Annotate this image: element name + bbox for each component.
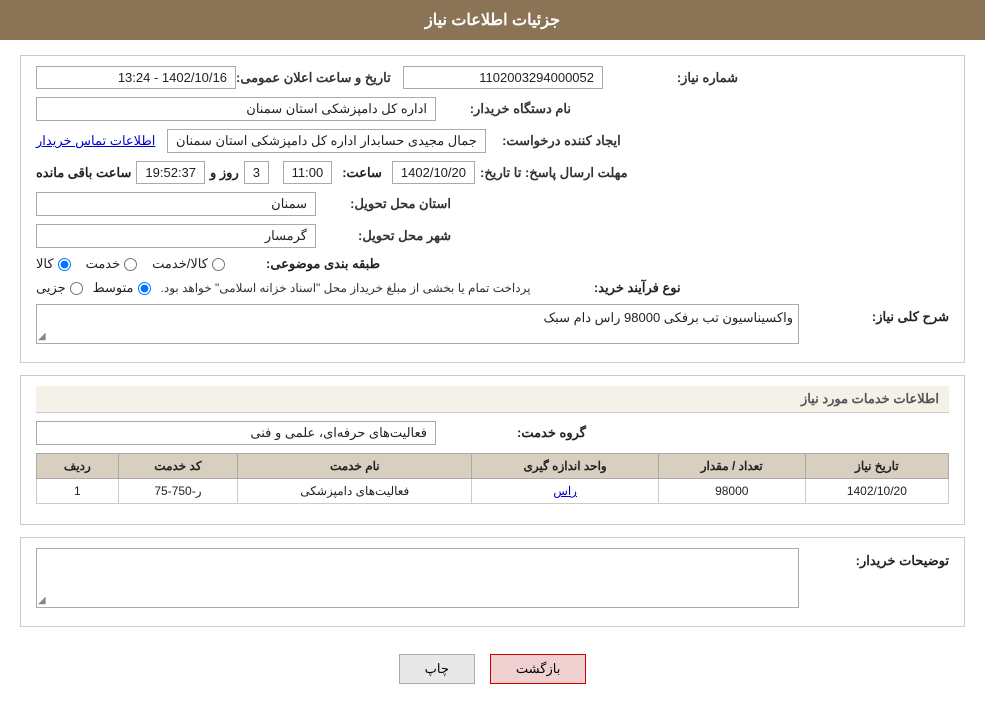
deadline-date: 1402/10/20	[392, 161, 475, 184]
category-option-khedmat[interactable]: خدمت	[86, 256, 138, 272]
table-row: 1402/10/20 98000 راس فعالیت‌های دامپزشکی…	[37, 479, 949, 504]
remaining-days: 3	[244, 161, 269, 184]
services-section: اطلاعات خدمات مورد نیاز گروه خدمت: فعالی…	[20, 375, 965, 525]
cell-unit[interactable]: راس	[472, 479, 658, 504]
process-row: نوع فرآیند خرید: پرداخت تمام یا بخشی از …	[36, 280, 949, 296]
col-service-code: کد خدمت	[118, 454, 238, 479]
remaining-suffix: ساعت باقی مانده	[36, 165, 131, 181]
buyer-org-value: اداره کل دامپزشکی استان سمنان	[36, 97, 436, 121]
process-label: نوع فرآیند خرید:	[541, 280, 681, 296]
page-wrapper: جزئیات اطلاعات نیاز شماره نیاز: 11020032…	[0, 0, 985, 714]
cell-quantity: 98000	[658, 479, 805, 504]
narration-value: واکسیناسیون تب برفکی 98000 راس دام سبک	[36, 304, 799, 344]
category-radio-khedmat[interactable]	[124, 258, 137, 271]
process-label-medium: متوسط	[93, 280, 134, 296]
province-row: استان محل تحویل: سمنان	[36, 192, 949, 216]
page-header: جزئیات اطلاعات نیاز	[0, 0, 985, 40]
col-date: تاریخ نیاز	[805, 454, 948, 479]
deadline-label: مهلت ارسال پاسخ: تا تاریخ:	[480, 165, 633, 181]
need-number-row: شماره نیاز: 1102003294000052 تاریخ و ساع…	[36, 66, 949, 89]
process-radio-medium[interactable]	[138, 282, 151, 295]
buyer-description-section: توضیحات خریدار: ◢	[20, 537, 965, 627]
print-button[interactable]: چاپ	[399, 654, 475, 684]
form-section: شماره نیاز: 1102003294000052 تاریخ و ساع…	[20, 55, 965, 363]
deadline-time: 11:00	[283, 161, 333, 184]
category-label: طبقه بندی موضوعی:	[240, 256, 380, 272]
services-table: تاریخ نیاز تعداد / مقدار واحد اندازه گیر…	[36, 453, 949, 504]
creator-label: ایجاد کننده درخواست:	[486, 133, 626, 149]
contact-link[interactable]: اطلاعات تماس خریدار	[36, 133, 155, 149]
remaining-label: روز و	[210, 165, 239, 181]
buttons-row: بازگشت چاپ	[20, 639, 965, 699]
category-option-kala-khedmat[interactable]: کالا/خدمت	[152, 256, 225, 272]
group-label: گروه خدمت:	[446, 425, 586, 441]
process-option-jozi[interactable]: جزیی	[36, 280, 83, 296]
buyer-description-label: توضیحات خریدار:	[809, 548, 949, 569]
deadline-row: مهلت ارسال پاسخ: تا تاریخ: 1402/10/20 سا…	[36, 161, 949, 184]
creator-row: ایجاد کننده درخواست: جمال مجیدی حسابدار …	[36, 129, 949, 153]
category-label-khedmat: خدمت	[86, 256, 121, 272]
category-radio-kala[interactable]	[58, 258, 71, 271]
table-header-row: تاریخ نیاز تعداد / مقدار واحد اندازه گیر…	[37, 454, 949, 479]
cell-date: 1402/10/20	[805, 479, 948, 504]
resize-corner-2: ◢	[38, 595, 46, 606]
city-row: شهر محل تحویل: گرمسار	[36, 224, 949, 248]
cell-service-code: ر-750-75	[118, 479, 238, 504]
buyer-description-wrapper: ◢	[36, 548, 799, 608]
process-description: پرداخت تمام یا بخشی از مبلغ خریداز محل "…	[161, 281, 531, 295]
cell-row-num: 1	[37, 479, 119, 504]
process-label-jozi: جزیی	[36, 280, 66, 296]
col-service-name: نام خدمت	[238, 454, 472, 479]
creator-value: جمال مجیدی حسابدار اداره کل دامپزشکی است…	[167, 129, 486, 153]
main-content: شماره نیاز: 1102003294000052 تاریخ و ساع…	[0, 40, 985, 714]
buyer-org-label: نام دستگاه خریدار:	[436, 101, 576, 117]
narration-label: شرح کلی نیاز:	[809, 304, 949, 325]
buyer-description-value	[36, 548, 799, 608]
need-number-label: شماره نیاز:	[603, 70, 743, 86]
city-label: شهر محل تحویل:	[316, 228, 456, 244]
province-label: استان محل تحویل:	[316, 196, 456, 212]
category-radio-kala-khedmat[interactable]	[212, 258, 225, 271]
group-value: فعالیت‌های حرفه‌ای، علمی و فنی	[36, 421, 436, 445]
narration-wrapper: واکسیناسیون تب برفکی 98000 راس دام سبک ◢	[36, 304, 799, 344]
category-option-kala[interactable]: کالا	[36, 256, 71, 272]
category-row: طبقه بندی موضوعی: کالا/خدمت خدمت کالا	[36, 256, 949, 272]
narration-row: شرح کلی نیاز: واکسیناسیون تب برفکی 98000…	[36, 304, 949, 344]
group-row: گروه خدمت: فعالیت‌های حرفه‌ای، علمی و فن…	[36, 421, 949, 445]
buyer-description-row: توضیحات خریدار: ◢	[36, 548, 949, 608]
col-row-num: ردیف	[37, 454, 119, 479]
remaining-time: 19:52:37	[136, 161, 205, 184]
process-option-medium[interactable]: متوسط	[93, 280, 151, 296]
services-section-title: اطلاعات خدمات مورد نیاز	[36, 386, 949, 413]
page-title: جزئیات اطلاعات نیاز	[425, 12, 560, 29]
announcement-label: تاریخ و ساعت اعلان عمومی:	[236, 70, 396, 86]
need-number-value: 1102003294000052	[403, 66, 603, 89]
city-value: گرمسار	[36, 224, 316, 248]
back-button[interactable]: بازگشت	[490, 654, 586, 684]
category-label-kala: کالا	[36, 256, 54, 272]
province-value: سمنان	[36, 192, 316, 216]
col-quantity: تعداد / مقدار	[658, 454, 805, 479]
col-unit: واحد اندازه گیری	[472, 454, 658, 479]
buyer-org-row: نام دستگاه خریدار: اداره کل دامپزشکی است…	[36, 97, 949, 121]
category-label-kala-khedmat: کالا/خدمت	[152, 256, 208, 272]
process-radio-jozi[interactable]	[70, 282, 83, 295]
resize-corner: ◢	[38, 331, 46, 342]
cell-service-name: فعالیت‌های دامپزشکی	[238, 479, 472, 504]
announcement-value: 1402/10/16 - 13:24	[36, 66, 236, 89]
deadline-time-label: ساعت:	[342, 165, 382, 181]
